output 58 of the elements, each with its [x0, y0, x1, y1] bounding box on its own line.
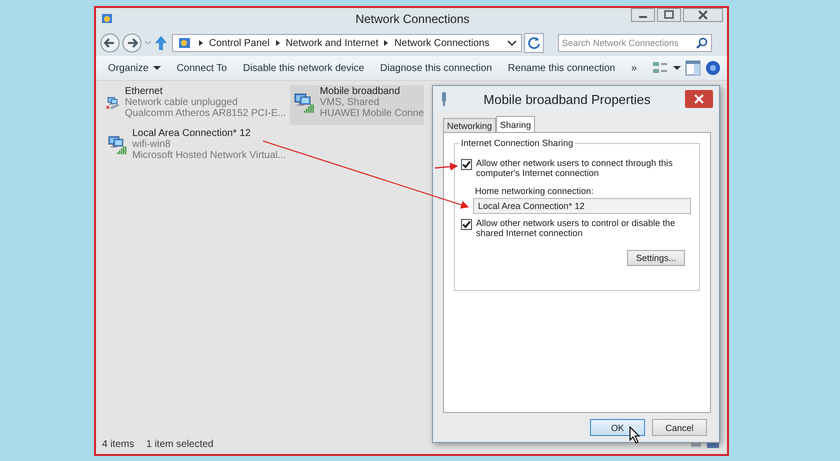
maximize-icon[interactable]	[657, 8, 681, 22]
tab[interactable]: Networking	[443, 118, 496, 132]
close-icon[interactable]	[683, 8, 723, 22]
forward-icon[interactable]	[122, 33, 142, 53]
status-text: 1 item selected	[146, 438, 214, 450]
toolbar-button[interactable]: Organize	[102, 60, 167, 76]
chevron-icon[interactable]	[382, 38, 390, 48]
search-icon[interactable]	[696, 37, 708, 49]
device-name: Microsoft Hosted Network Virtual...	[132, 150, 286, 161]
connection-status: VMS, Shared	[320, 97, 380, 108]
toolbar-button[interactable]: Connect To	[170, 60, 233, 76]
toolbar-button[interactable]: Rename this connection	[502, 60, 622, 76]
dialog-button[interactable]: OK	[590, 419, 645, 436]
checkbox[interactable]	[461, 159, 472, 170]
checkbox[interactable]	[461, 219, 472, 230]
control-panel-icon	[177, 35, 193, 51]
connection-status: Network cable unplugged	[124, 97, 239, 108]
minimize-icon[interactable]	[631, 8, 655, 22]
checkbox-label: Allow other network users to control or disable the shared Internet connection	[476, 218, 676, 238]
connection-item[interactable]: Mobile broadband VMS, Shared HUAWEI Mobile Conne	[290, 85, 424, 125]
address-field[interactable]: Control Panel Network and Internet Network Connections	[172, 34, 522, 52]
toolbar-button[interactable]: Diagnose this connection	[374, 60, 498, 76]
status-text: 4 items	[102, 438, 134, 450]
modem-icon	[439, 91, 449, 107]
field-label: Home networking connection:	[475, 186, 595, 196]
settings-button[interactable]: Settings...	[626, 250, 685, 266]
connection-status: wifi-win8	[132, 139, 172, 150]
breadcrumb-link[interactable]: Control Panel	[209, 38, 270, 48]
toolbar-button[interactable]: »	[625, 60, 643, 76]
connection-item[interactable]: Ethernet Network cable unplugged Qualcomm Atheros AR8152 PCI-E...	[104, 85, 286, 125]
connection-name: Local Area Connection* 12	[132, 128, 252, 139]
breadcrumb-link[interactable]: Network Connections	[394, 38, 490, 48]
dropdown-icon[interactable]	[507, 38, 517, 48]
checkbox-label: Allow other network users to connect through this computer's Internet connection	[476, 158, 674, 178]
chevron-icon[interactable]	[197, 38, 205, 48]
search-field[interactable]: Search Network Connections	[558, 34, 712, 52]
toolbar-button[interactable]: Disable this network device	[236, 60, 370, 76]
dialog-title: Mobile broadband Properties	[482, 92, 652, 106]
dialog-button[interactable]: Cancel	[652, 419, 707, 436]
device-name: Qualcomm Atheros AR8152 PCI-E...	[124, 108, 286, 119]
connection-name: Mobile broadband	[320, 86, 401, 97]
mouse-pointer-icon	[629, 426, 641, 444]
view-options-icon[interactable]	[651, 60, 681, 76]
chevron-icon[interactable]	[274, 38, 282, 48]
caret-icon	[152, 65, 161, 71]
close-icon[interactable]	[685, 90, 713, 108]
tab[interactable]: Sharing	[496, 116, 536, 132]
connection-name: Ethernet	[124, 86, 164, 97]
group-title: Internet Connection Sharing	[459, 138, 576, 148]
breadcrumb-link[interactable]: Network and Internet	[286, 38, 378, 48]
window-title: Network Connections	[354, 12, 471, 26]
device-name: HUAWEI Mobile Conne	[320, 108, 424, 119]
connection-item[interactable]: Local Area Connection* 12 wifi-win8 Microsoft Hosted Network Virtual...	[104, 127, 286, 167]
refresh-icon[interactable]	[524, 33, 544, 53]
help-icon[interactable]	[705, 60, 721, 76]
home-connection-field[interactable]: Local Area Connection* 12	[473, 198, 691, 214]
preview-pane-icon[interactable]	[685, 60, 701, 76]
back-icon[interactable]	[100, 33, 120, 53]
